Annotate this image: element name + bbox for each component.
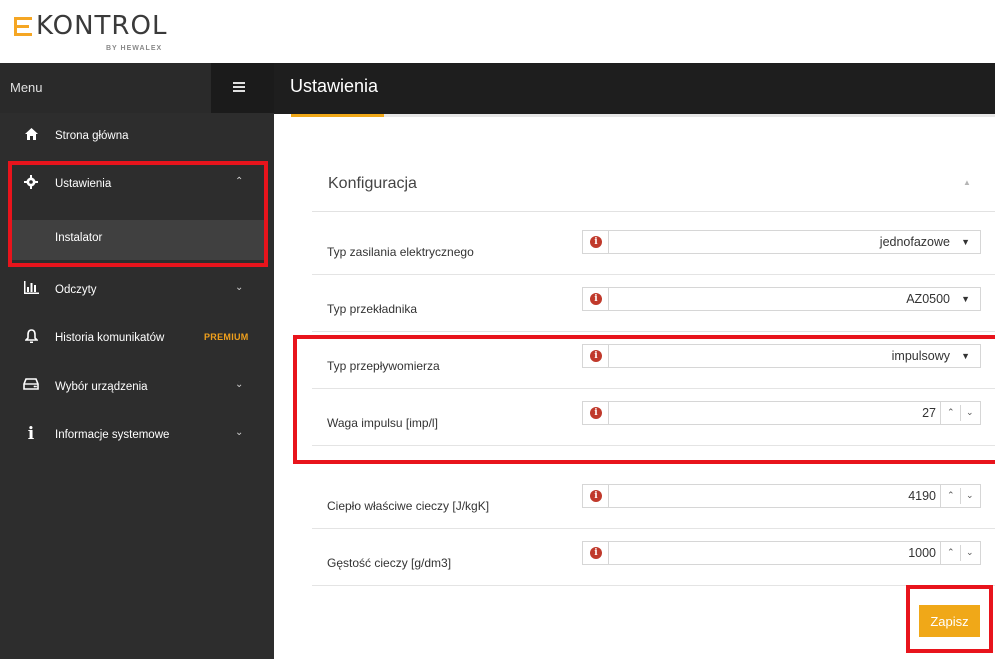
number-stepper[interactable]: ⌃ ⌄ — [940, 402, 980, 424]
sidebar-item-settings[interactable]: Ustawienia ⌃ — [0, 162, 274, 210]
section-title: Konfiguracja — [328, 175, 417, 192]
decrement-icon[interactable]: ⌄ — [966, 407, 974, 418]
sidebar-item-device-select[interactable]: Wybór urządzenia ⌄ — [0, 365, 274, 413]
decrement-icon[interactable]: ⌄ — [966, 547, 974, 558]
save-button[interactable]: Zapisz — [919, 605, 980, 637]
sidebar-item-system-info[interactable]: i Informacje systemowe ⌄ — [0, 413, 274, 461]
info-icon: i — [590, 293, 602, 305]
input-value: 1000 — [908, 546, 936, 560]
number-stepper[interactable]: ⌃ ⌄ — [940, 542, 980, 564]
chevron-down-icon: ⌄ — [235, 379, 244, 390]
info-button[interactable]: i — [582, 230, 608, 254]
density-input[interactable]: 1000 ⌃ ⌄ — [608, 541, 981, 565]
chevron-down-icon: ⌄ — [235, 427, 244, 438]
transformer-type-select[interactable]: AZ0500 ▼ — [608, 287, 981, 311]
sidebar-item-message-history[interactable]: Historia komunikatów PREMIUM — [0, 316, 274, 364]
info-button[interactable]: i — [582, 541, 608, 565]
page: KONTROL BY HEWALEX Menu Strona główna Us… — [0, 0, 995, 659]
sidebar-item-label: Strona główna — [55, 130, 129, 142]
sidebar-item-label: Wybór urządzenia — [55, 381, 148, 393]
config-row-density: Gęstość cieczy [g/dm3] i 1000 ⌃ ⌄ — [312, 529, 995, 586]
field-label: Gęstość cieczy [g/dm3] — [327, 556, 452, 570]
menu-label: Menu — [10, 80, 43, 95]
info-icon: i — [590, 236, 602, 248]
decrement-icon[interactable]: ⌄ — [966, 490, 974, 501]
config-row-pulse-weight: Waga impulsu [imp/l] i 27 ⌃ ⌄ — [312, 389, 995, 446]
config-row-power-type: Typ zasilania elektrycznego i jednofazow… — [312, 218, 995, 275]
device-icon — [23, 378, 39, 394]
logo-text: KONTROL — [36, 11, 168, 41]
sidebar-item-home[interactable]: Strona główna — [0, 114, 274, 162]
sidebar-subitem-installer[interactable]: Instalator — [10, 220, 266, 260]
info-icon: i — [590, 407, 602, 419]
specific-heat-input[interactable]: 4190 ⌃ ⌄ — [608, 484, 981, 508]
caret-down-icon: ▼ — [961, 351, 970, 361]
hamburger-icon — [233, 82, 245, 92]
power-type-select[interactable]: jednofazowe ▼ — [608, 230, 981, 254]
input-value: 4190 — [908, 489, 936, 503]
field-label: Typ przepływomierza — [327, 359, 440, 373]
home-icon — [23, 127, 39, 143]
info-icon: i — [590, 350, 602, 362]
config-row-specific-heat: Ciepło właściwe cieczy [J/kgK] i 4190 ⌃ … — [312, 472, 995, 529]
menu-toggle-button[interactable] — [211, 63, 274, 113]
header-active-underline — [291, 114, 384, 117]
field-label: Typ przekładnika — [327, 302, 418, 316]
sidebar-item-label: Historia komunikatów — [55, 332, 165, 344]
increment-icon[interactable]: ⌃ — [947, 547, 955, 558]
increment-icon[interactable]: ⌃ — [947, 490, 955, 501]
ekontrol-logo: KONTROL BY HEWALEX — [14, 8, 189, 54]
sidebar-item-label: Ustawienia — [55, 178, 112, 190]
info-icon: i — [27, 424, 35, 444]
input-value: 27 — [922, 406, 936, 420]
pulse-weight-input[interactable]: 27 ⌃ ⌄ — [608, 401, 981, 425]
sidebar-item-label: Informacje systemowe — [55, 429, 170, 441]
info-button[interactable]: i — [582, 401, 608, 425]
page-title: Ustawienia — [290, 76, 379, 96]
flowmeter-type-select[interactable]: impulsowy ▼ — [608, 344, 981, 368]
select-value: jednofazowe — [879, 235, 950, 249]
info-button[interactable]: i — [582, 344, 608, 368]
field-label: Typ zasilania elektrycznego — [327, 245, 474, 259]
page-header: Ustawienia — [274, 63, 995, 114]
sidebar-item-label: Instalator — [55, 232, 103, 244]
collapse-icon[interactable]: ▲ — [963, 178, 971, 187]
select-value: impulsowy — [891, 349, 950, 363]
info-button[interactable]: i — [582, 287, 608, 311]
number-stepper[interactable]: ⌃ ⌄ — [940, 485, 980, 507]
info-button[interactable]: i — [582, 484, 608, 508]
field-label: Ciepło właściwe cieczy [J/kgK] — [327, 499, 490, 513]
sidebar-item-label: Odczyty — [55, 284, 97, 296]
logo-e-mark — [14, 17, 32, 36]
select-value: AZ0500 — [906, 292, 950, 306]
field-label: Waga impulsu [imp/l] — [327, 416, 438, 430]
logo-subtitle: BY HEWALEX — [106, 45, 163, 52]
config-section-header[interactable]: Konfiguracja ▲ — [312, 160, 995, 212]
sidebar-item-readings[interactable]: Odczyty ⌄ — [0, 268, 274, 316]
chevron-up-icon: ⌃ — [235, 176, 244, 187]
caret-down-icon: ▼ — [961, 237, 970, 247]
bar-chart-icon — [23, 281, 39, 297]
sidebar-header: Menu — [0, 63, 274, 113]
info-icon: i — [590, 547, 602, 559]
increment-icon[interactable]: ⌃ — [947, 407, 955, 418]
chevron-down-icon: ⌄ — [235, 282, 244, 293]
premium-badge: PREMIUM — [204, 332, 249, 342]
caret-down-icon: ▼ — [961, 294, 970, 304]
config-row-flowmeter-type: Typ przepływomierza i impulsowy ▼ — [312, 332, 995, 389]
bell-icon — [23, 329, 39, 345]
gear-icon — [23, 175, 39, 191]
header-divider — [384, 114, 995, 117]
config-row-transformer-type: Typ przekładnika i AZ0500 ▼ — [312, 275, 995, 332]
info-icon: i — [590, 490, 602, 502]
